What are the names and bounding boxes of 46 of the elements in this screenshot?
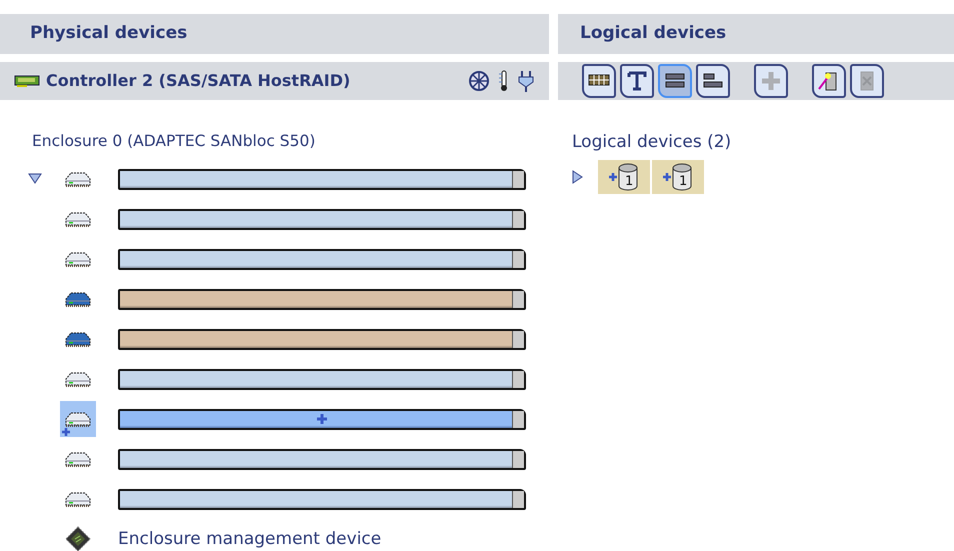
- panel-header: Physical devices: [0, 14, 552, 54]
- device-number: 1: [625, 172, 634, 190]
- plus-icon: [759, 69, 783, 93]
- cylinder-icon: [671, 162, 693, 190]
- disk-bar[interactable]: [118, 368, 526, 390]
- bar-end-cap: [512, 370, 524, 388]
- disk-bar[interactable]: [118, 248, 526, 270]
- text-format-icon: [625, 69, 649, 93]
- bar-end-cap: [512, 290, 524, 308]
- fan-icon: [467, 69, 491, 93]
- disk-bar[interactable]: [118, 488, 526, 510]
- toolbar-button[interactable]: [812, 64, 846, 98]
- toolbar-button[interactable]: [658, 64, 692, 98]
- controller-card-icon: [14, 74, 40, 88]
- collapse-arrow-icon[interactable]: [28, 173, 42, 186]
- disk-bar[interactable]: [118, 168, 526, 190]
- bar-end-cap: [512, 170, 524, 188]
- disk-bar[interactable]: [118, 448, 526, 470]
- bar-end-cap: [512, 450, 524, 468]
- controller-name: Controller 2 (SAS/SATA HostRAID): [46, 70, 350, 92]
- device-number: 1: [679, 172, 688, 190]
- enclosure-management-label[interactable]: Enclosure management device: [118, 526, 382, 551]
- expand-arrow-icon[interactable]: [572, 170, 584, 184]
- toolbar-button[interactable]: [696, 64, 730, 98]
- disk-bar[interactable]: [118, 328, 526, 350]
- bar-end-cap: [512, 210, 524, 228]
- bar-end-cap: [512, 490, 524, 508]
- bar-end-cap: [512, 250, 524, 268]
- logical-device[interactable]: 1: [598, 160, 650, 194]
- panel-header: Logical devices: [558, 14, 954, 54]
- toolbar-button[interactable]: [620, 64, 654, 98]
- cylinder-icon: [617, 162, 639, 190]
- disk-bar[interactable]: [118, 408, 526, 430]
- plus-icon: [609, 172, 617, 180]
- plus-icon: [316, 413, 328, 426]
- plus-icon: [663, 172, 671, 180]
- bar-end-cap: [512, 330, 524, 348]
- logical-device[interactable]: 1: [652, 160, 704, 194]
- bar-end-cap: [512, 410, 524, 428]
- enclosure-title: Enclosure 0 (ADAPTEC SANbloc S50): [32, 131, 316, 152]
- disk-bar[interactable]: [118, 208, 526, 230]
- chip-icon: [64, 525, 92, 551]
- power-plug-icon: [517, 69, 535, 93]
- logical-devices-title: Logical devices (2): [572, 131, 732, 154]
- disk-bar[interactable]: [118, 288, 526, 310]
- toolbar-button[interactable]: [582, 64, 616, 98]
